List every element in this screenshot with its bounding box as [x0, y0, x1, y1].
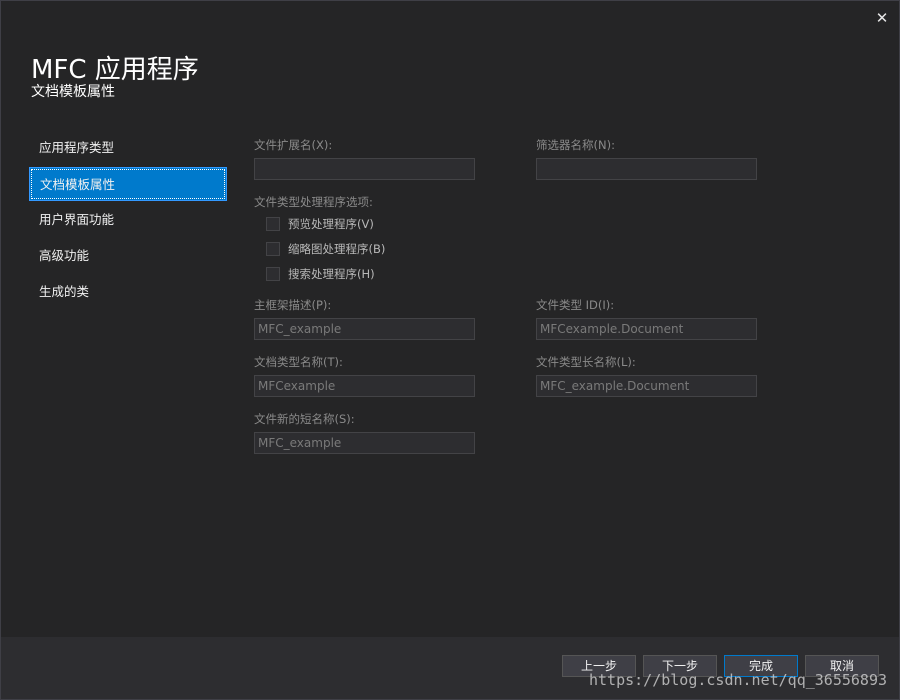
thumbnail-handler-checkbox[interactable]	[266, 242, 280, 256]
search-handler-row[interactable]: 搜索处理程序(H)	[266, 265, 375, 283]
nav-item-advanced-features[interactable]: 高级功能	[29, 239, 227, 273]
search-handler-label: 搜索处理程序(H)	[288, 267, 375, 281]
doc-type-name-label: 文档类型名称(T):	[254, 355, 343, 369]
file-type-long-name-input[interactable]: MFC_example.Document	[536, 375, 757, 397]
main-frame-caption-input[interactable]: MFC_example	[254, 318, 475, 340]
wizard-window: ✕ MFC 应用程序 文档模板属性 应用程序类型 文档模板属性 用户界面功能 高…	[0, 0, 900, 700]
file-ext-input[interactable]	[254, 158, 475, 180]
nav-item-doc-template-properties[interactable]: 文档模板属性	[29, 167, 227, 201]
file-type-id-input[interactable]: MFCexample.Document	[536, 318, 757, 340]
file-type-long-name-label: 文件类型长名称(L):	[536, 355, 636, 369]
wizard-footer: 上一步 下一步 完成 取消 https://blog.csdn.net/qq_3…	[1, 637, 899, 699]
nav-item-ui-features[interactable]: 用户界面功能	[29, 203, 227, 237]
preview-handler-row[interactable]: 预览处理程序(V)	[266, 215, 374, 233]
doc-type-name-input[interactable]: MFCexample	[254, 375, 475, 397]
close-icon[interactable]: ✕	[873, 9, 891, 27]
file-ext-label: 文件扩展名(X):	[254, 138, 333, 152]
wizard-nav: 应用程序类型 文档模板属性 用户界面功能 高级功能 生成的类	[29, 131, 227, 311]
thumbnail-handler-row[interactable]: 缩略图处理程序(B)	[266, 240, 385, 258]
thumbnail-handler-label: 缩略图处理程序(B)	[288, 242, 386, 256]
preview-handler-checkbox[interactable]	[266, 217, 280, 231]
handler-options-label: 文件类型处理程序选项:	[254, 195, 373, 209]
main-frame-caption-label: 主框架描述(P):	[254, 298, 332, 312]
preview-handler-label: 预览处理程序(V)	[288, 217, 374, 231]
page-subtitle: 文档模板属性	[31, 84, 115, 100]
nav-item-generated-classes[interactable]: 生成的类	[29, 275, 227, 309]
search-handler-checkbox[interactable]	[266, 267, 280, 281]
file-new-short-name-input[interactable]: MFC_example	[254, 432, 475, 454]
filter-name-label: 筛选器名称(N):	[536, 138, 615, 152]
filter-name-input[interactable]	[536, 158, 757, 180]
file-new-short-name-label: 文件新的短名称(S):	[254, 412, 355, 426]
file-type-id-label: 文件类型 ID(I):	[536, 298, 615, 312]
watermark: https://blog.csdn.net/qq_36556893	[588, 671, 887, 689]
nav-item-app-type[interactable]: 应用程序类型	[29, 131, 227, 165]
